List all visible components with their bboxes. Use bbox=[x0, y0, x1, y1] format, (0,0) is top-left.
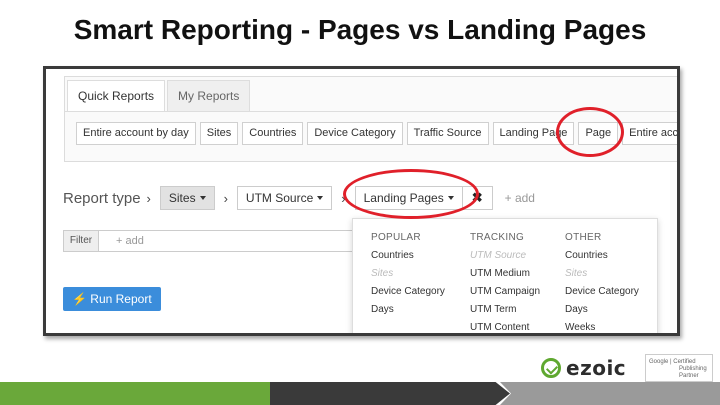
menu-item-days[interactable]: Days bbox=[565, 301, 639, 319]
sites-dropdown[interactable]: Sites bbox=[159, 186, 215, 210]
caret-down-icon bbox=[317, 196, 324, 200]
chevron-right-icon: › bbox=[223, 190, 228, 206]
lightning-icon: ⚡ bbox=[72, 292, 87, 306]
filter-label: Filter bbox=[63, 230, 99, 252]
menu-item-utm-medium[interactable]: UTM Medium bbox=[470, 265, 540, 283]
google-partner-badge: Google | Certified Publishing Partner bbox=[645, 354, 713, 382]
utm-source-dropdown[interactable]: UTM Source bbox=[236, 186, 333, 210]
chip-entire-account[interactable]: Entire acco bbox=[622, 122, 677, 145]
report-type-label: Report type bbox=[63, 189, 141, 207]
ezoic-logo: ezoic bbox=[541, 356, 626, 380]
chip-entire-account-by-day[interactable]: Entire account by day bbox=[76, 122, 196, 145]
footer-green-segment bbox=[0, 382, 280, 405]
utm-source-dropdown-label: UTM Source bbox=[245, 191, 314, 205]
ezoic-check-icon bbox=[541, 358, 561, 378]
sites-dropdown-label: Sites bbox=[168, 191, 196, 205]
menu-item-sites-disabled: Sites bbox=[565, 268, 588, 279]
footer-grey-segment bbox=[500, 382, 720, 405]
menu-item-days[interactable]: Days bbox=[371, 301, 445, 319]
menu-item-weeks[interactable]: Weeks bbox=[565, 319, 639, 333]
menu-header-tracking: TRACKING bbox=[470, 232, 525, 243]
chip-sites[interactable]: Sites bbox=[199, 122, 239, 145]
menu-item-device-category[interactable]: Device Category bbox=[565, 283, 639, 301]
highlight-circle-landing-pages bbox=[343, 169, 479, 219]
slide-title: Smart Reporting - Pages vs Landing Pages bbox=[73, 14, 647, 45]
menu-item-countries[interactable]: Countries bbox=[371, 247, 445, 265]
menu-item-sites-disabled: Sites bbox=[371, 268, 394, 279]
badge-line-3: Partner bbox=[679, 373, 699, 379]
add-dimension-link[interactable]: + add bbox=[505, 191, 535, 205]
run-report-label: Run Report bbox=[90, 292, 152, 306]
footer-bar bbox=[0, 382, 720, 405]
menu-item-utm-term[interactable]: UTM Term bbox=[470, 301, 540, 319]
caret-down-icon bbox=[199, 196, 206, 200]
chip-device-category[interactable]: Device Category bbox=[307, 122, 403, 145]
highlight-circle-page bbox=[556, 107, 624, 157]
ezoic-logo-text: ezoic bbox=[566, 356, 627, 380]
menu-item-device-category[interactable]: Device Category bbox=[371, 283, 445, 301]
badge-line-2: Publishing bbox=[679, 366, 707, 372]
menu-item-countries[interactable]: Countries bbox=[565, 247, 639, 265]
run-report-button[interactable]: ⚡ Run Report bbox=[63, 287, 161, 311]
report-tabs: Quick Reports My Reports bbox=[67, 80, 252, 112]
chip-countries[interactable]: Countries bbox=[242, 122, 304, 145]
chip-traffic-source[interactable]: Traffic Source bbox=[406, 122, 489, 145]
menu-col-other: OTHER Countries Sites Device Category Da… bbox=[565, 229, 639, 333]
menu-header-popular: POPULAR bbox=[371, 232, 421, 243]
menu-col-tracking: TRACKING UTM Source UTM Medium UTM Campa… bbox=[470, 229, 540, 333]
menu-col-popular: POPULAR Countries Sites Device Category … bbox=[371, 229, 445, 319]
tab-my-reports[interactable]: My Reports bbox=[167, 80, 251, 111]
menu-header-other: OTHER bbox=[565, 232, 602, 243]
footer-dark-segment bbox=[270, 382, 510, 405]
tab-quick-reports[interactable]: Quick Reports bbox=[67, 80, 166, 112]
filter-row: Filter + add bbox=[63, 230, 359, 252]
badge-line-1: Google | Certified bbox=[649, 359, 696, 365]
menu-item-utm-source-disabled: UTM Source bbox=[470, 250, 527, 261]
dimension-dropdown-menu: POPULAR Countries Sites Device Category … bbox=[352, 218, 658, 333]
menu-item-utm-campaign[interactable]: UTM Campaign bbox=[470, 283, 540, 301]
chevron-right-icon: › bbox=[146, 190, 151, 206]
menu-item-utm-content[interactable]: UTM Content bbox=[470, 319, 540, 333]
filter-input[interactable]: + add bbox=[99, 230, 359, 252]
